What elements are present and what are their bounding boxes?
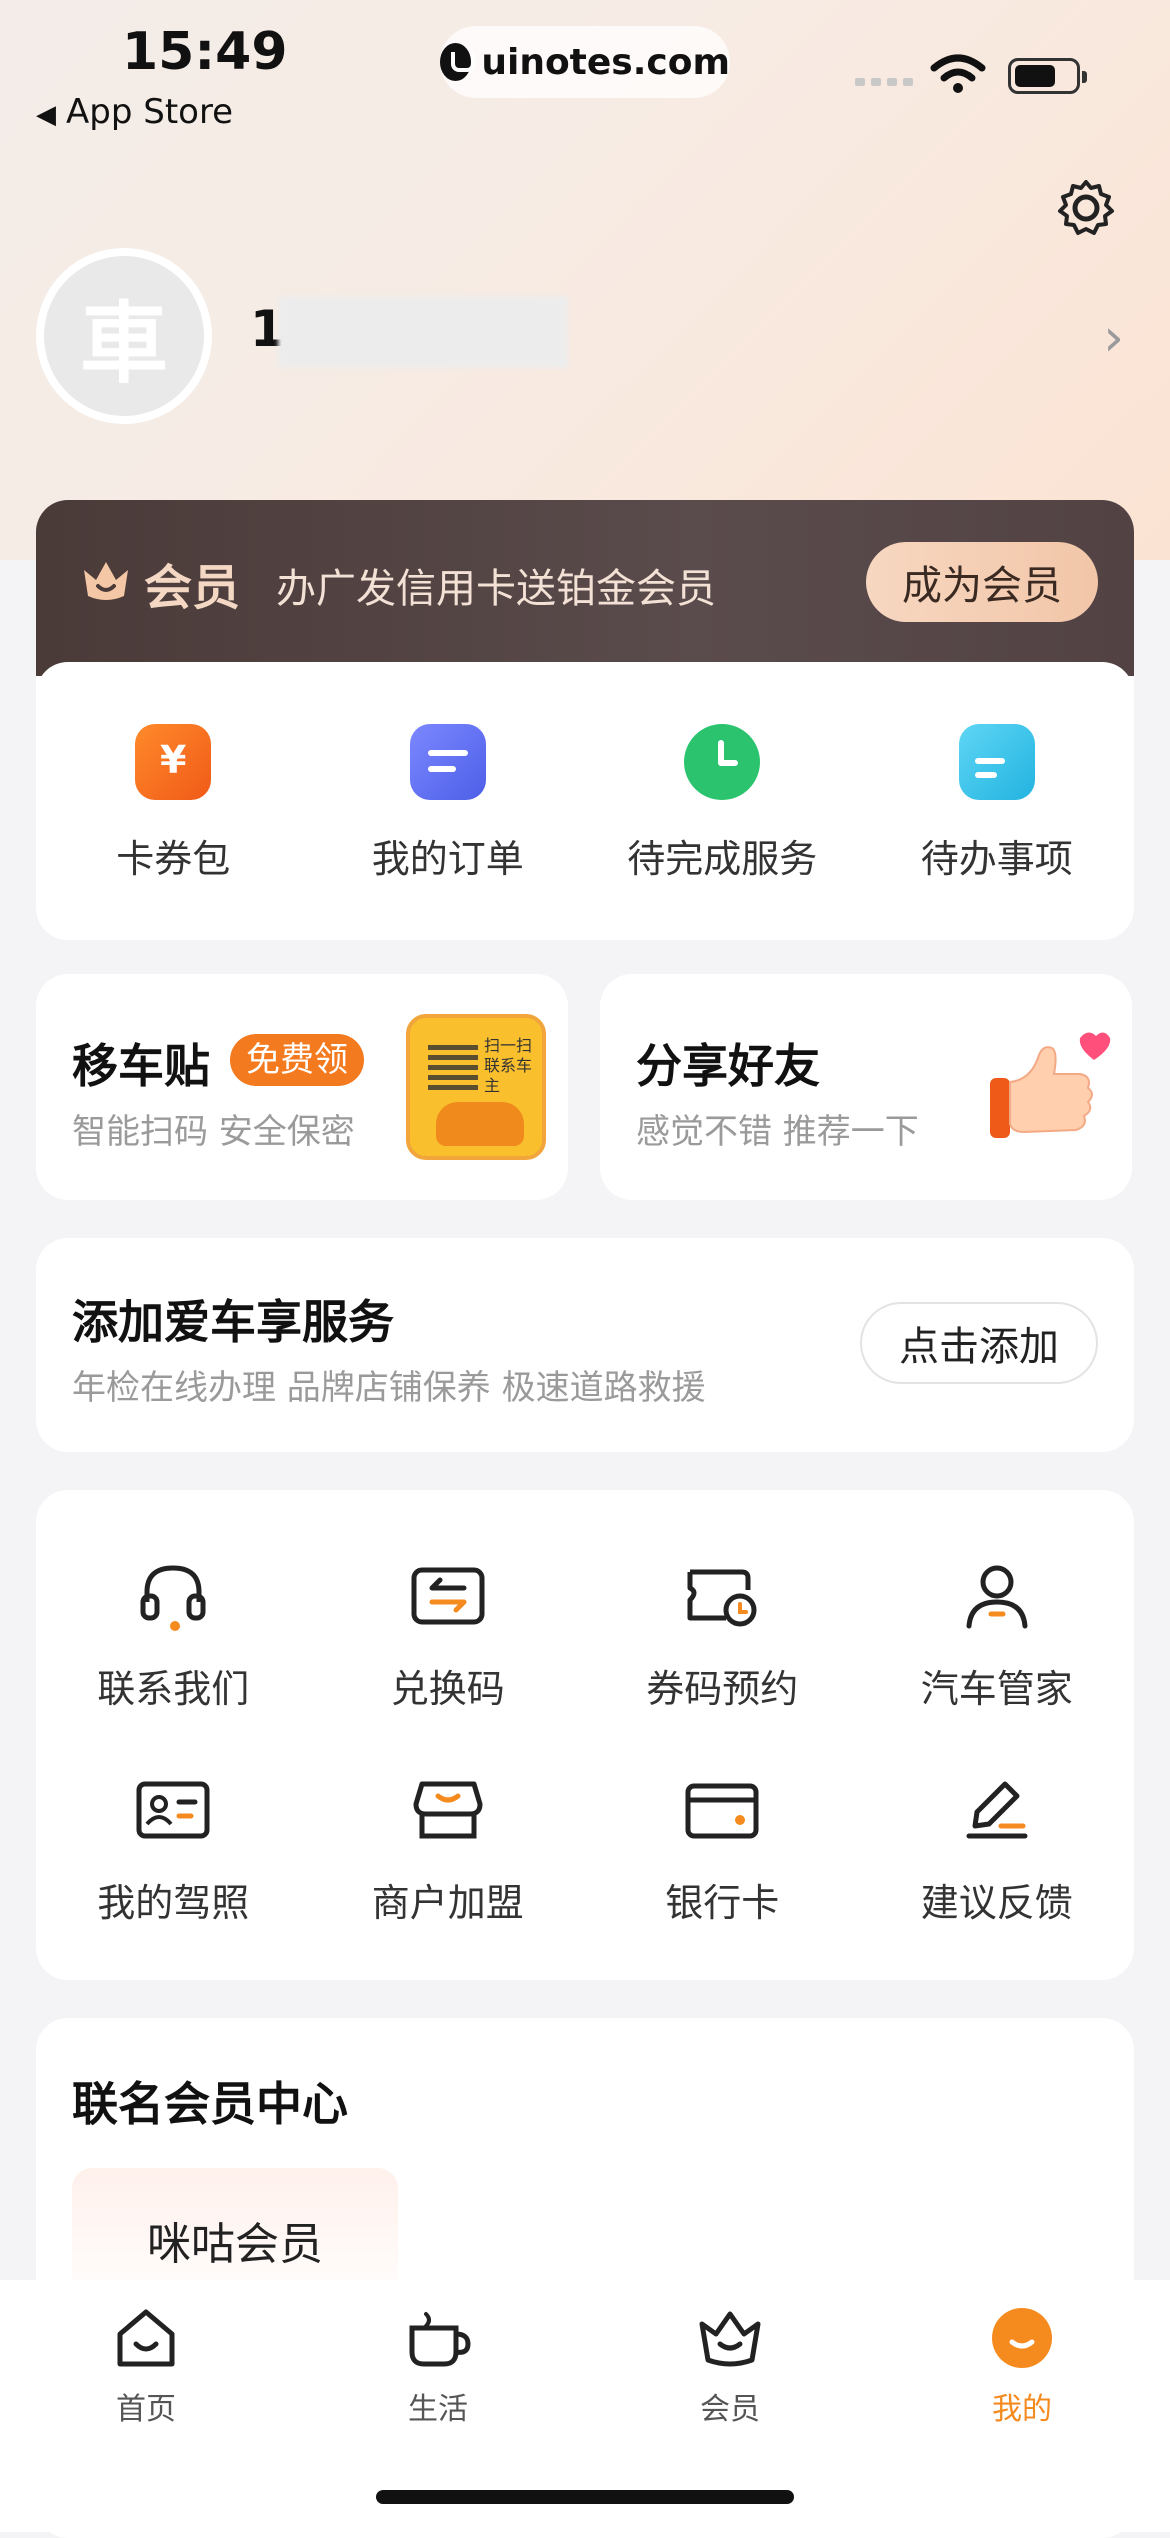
bank-card-icon	[685, 1783, 759, 1839]
tool-coupon-booking[interactable]: 券码预约	[585, 1556, 860, 1713]
tool-label: 银行卡	[665, 1881, 780, 1925]
qr-sticker-image: 扫一扫 联系车主	[406, 1014, 546, 1160]
status-time: 15:49	[122, 22, 288, 82]
home-indicator[interactable]	[376, 2490, 794, 2504]
back-triangle-icon: ◀	[36, 100, 56, 130]
tool-contact-us[interactable]: 联系我们	[36, 1556, 311, 1713]
tab-life[interactable]: 生活	[348, 2302, 528, 2428]
tool-label: 建议反馈	[920, 1881, 1073, 1925]
add-car-title: 添加爱车享服务	[72, 1295, 394, 1349]
qr-code-icon	[428, 1040, 478, 1090]
move-car-subtitle: 智能扫码 安全保密	[72, 1112, 355, 1152]
status-bar: 15:49 ◀ App Store uinotes.com	[0, 0, 1170, 150]
tool-label: 商户加盟	[371, 1881, 524, 1925]
alarm-clock-icon	[684, 724, 761, 800]
member-promo-text: 办广发信用卡送铂金会员	[276, 566, 716, 612]
become-member-button[interactable]: 成为会员	[866, 542, 1098, 622]
me-smile-icon	[992, 2308, 1052, 2368]
share-friends-card[interactable]: 分享好友 感觉不错 推荐一下	[600, 974, 1132, 1200]
quick-item-todo[interactable]: 待办事项	[860, 662, 1135, 940]
tool-label: 我的驾照	[97, 1881, 250, 1925]
order-icon	[409, 724, 486, 800]
url-pill: uinotes.com	[440, 26, 730, 98]
tool-feedback[interactable]: 建议反馈	[860, 1770, 1135, 1927]
tab-label: 我的	[992, 2392, 1052, 2427]
battery-icon	[1008, 58, 1087, 94]
quick-label: 待办事项	[920, 837, 1073, 881]
id-card-icon	[136, 1781, 210, 1839]
avatar[interactable]: 車	[36, 248, 212, 424]
storefront-icon	[413, 1781, 483, 1839]
quick-item-orders[interactable]: 我的订单	[311, 662, 586, 940]
tool-label: 联系我们	[97, 1667, 250, 1711]
tab-home[interactable]: 首页	[56, 2302, 236, 2428]
tool-label: 汽车管家	[920, 1667, 1073, 1711]
add-car-card: 添加爱车享服务 年检在线办理 品牌店铺保养 极速道路救援 点击添加	[36, 1238, 1134, 1452]
exchange-code-icon	[411, 1567, 485, 1625]
site-logo-icon	[440, 43, 476, 81]
tool-redeem-code[interactable]: 兑换码	[311, 1556, 586, 1713]
tool-car-butler[interactable]: 汽车管家	[860, 1556, 1135, 1713]
chevron-right-icon[interactable]: ›	[1103, 308, 1124, 368]
add-car-button[interactable]: 点击添加	[860, 1302, 1098, 1384]
move-car-card[interactable]: 移车贴 免费领 智能扫码 安全保密 扫一扫 联系车主	[36, 974, 568, 1200]
free-tag: 免费领	[230, 1034, 364, 1086]
tab-member[interactable]: 会员	[640, 2302, 820, 2428]
ticket-clock-icon	[687, 1569, 757, 1627]
add-car-subtitle: 年检在线办理 品牌店铺保养 极速道路救援	[72, 1368, 706, 1408]
tab-label: 生活	[408, 2392, 468, 2427]
settings-gear-icon[interactable]	[1054, 176, 1118, 240]
quick-actions: ¥ 卡券包 我的订单 待完成服务 待办事项	[36, 662, 1134, 940]
home-icon	[117, 2309, 175, 2367]
tab-me[interactable]: 我的	[932, 2302, 1112, 2428]
back-app-label: App Store	[66, 92, 234, 132]
co-branded-title: 联名会员中心	[72, 2077, 348, 2131]
quick-label: 我的订单	[371, 837, 524, 881]
tool-bank-card[interactable]: 银行卡	[585, 1770, 860, 1927]
coupon-wallet-icon: ¥	[135, 724, 212, 800]
member-banner[interactable]: 会员 办广发信用卡送铂金会员 成为会员	[36, 500, 1134, 676]
cellular-signal-icon	[855, 78, 913, 86]
tab-label: 会员	[700, 2392, 760, 2427]
quick-item-coupons[interactable]: ¥ 卡券包	[36, 662, 311, 940]
headset-icon	[140, 1565, 206, 1631]
member-card: 会员 办广发信用卡送铂金会员 成为会员 ¥ 卡券包 我的订单 待完成服务 待办事…	[36, 500, 1134, 940]
pen-edit-icon	[966, 1781, 1028, 1839]
share-subtitle: 感觉不错 推荐一下	[636, 1112, 919, 1152]
sticker-text: 扫一扫 联系车主	[484, 1036, 533, 1095]
cup-icon	[409, 2312, 471, 2367]
tool-label: 兑换码	[390, 1667, 505, 1711]
username-redaction	[278, 296, 568, 368]
back-to-app-link[interactable]: ◀ App Store	[36, 92, 233, 132]
crown-icon	[699, 2311, 761, 2367]
wifi-icon	[930, 54, 986, 93]
tab-label: 首页	[116, 2392, 176, 2427]
quick-item-pending-service[interactable]: 待完成服务	[585, 662, 860, 940]
tools-grid: 联系我们 兑换码 券码预约 汽车管家 我的驾照 商户加盟 银行卡 建议反馈	[36, 1490, 1134, 1980]
thumbs-up-icon	[990, 1032, 1111, 1138]
quick-label: 卡券包	[116, 837, 231, 881]
share-title: 分享好友	[636, 1039, 820, 1093]
quick-label: 待完成服务	[627, 837, 818, 881]
tool-merchant-join[interactable]: 商户加盟	[311, 1770, 586, 1927]
tool-label: 券码预约	[646, 1667, 799, 1711]
move-car-title: 移车贴	[72, 1039, 210, 1093]
member-title: 会员	[144, 560, 241, 616]
todo-doc-icon	[958, 724, 1035, 800]
crown-icon	[84, 562, 128, 600]
tool-driver-license[interactable]: 我的驾照	[36, 1770, 311, 1927]
car-mascot-icon	[436, 1102, 524, 1146]
person-icon	[966, 1565, 1028, 1629]
profile-row[interactable]: 車 1 ›	[36, 248, 1136, 428]
url-text: uinotes.com	[481, 41, 730, 83]
